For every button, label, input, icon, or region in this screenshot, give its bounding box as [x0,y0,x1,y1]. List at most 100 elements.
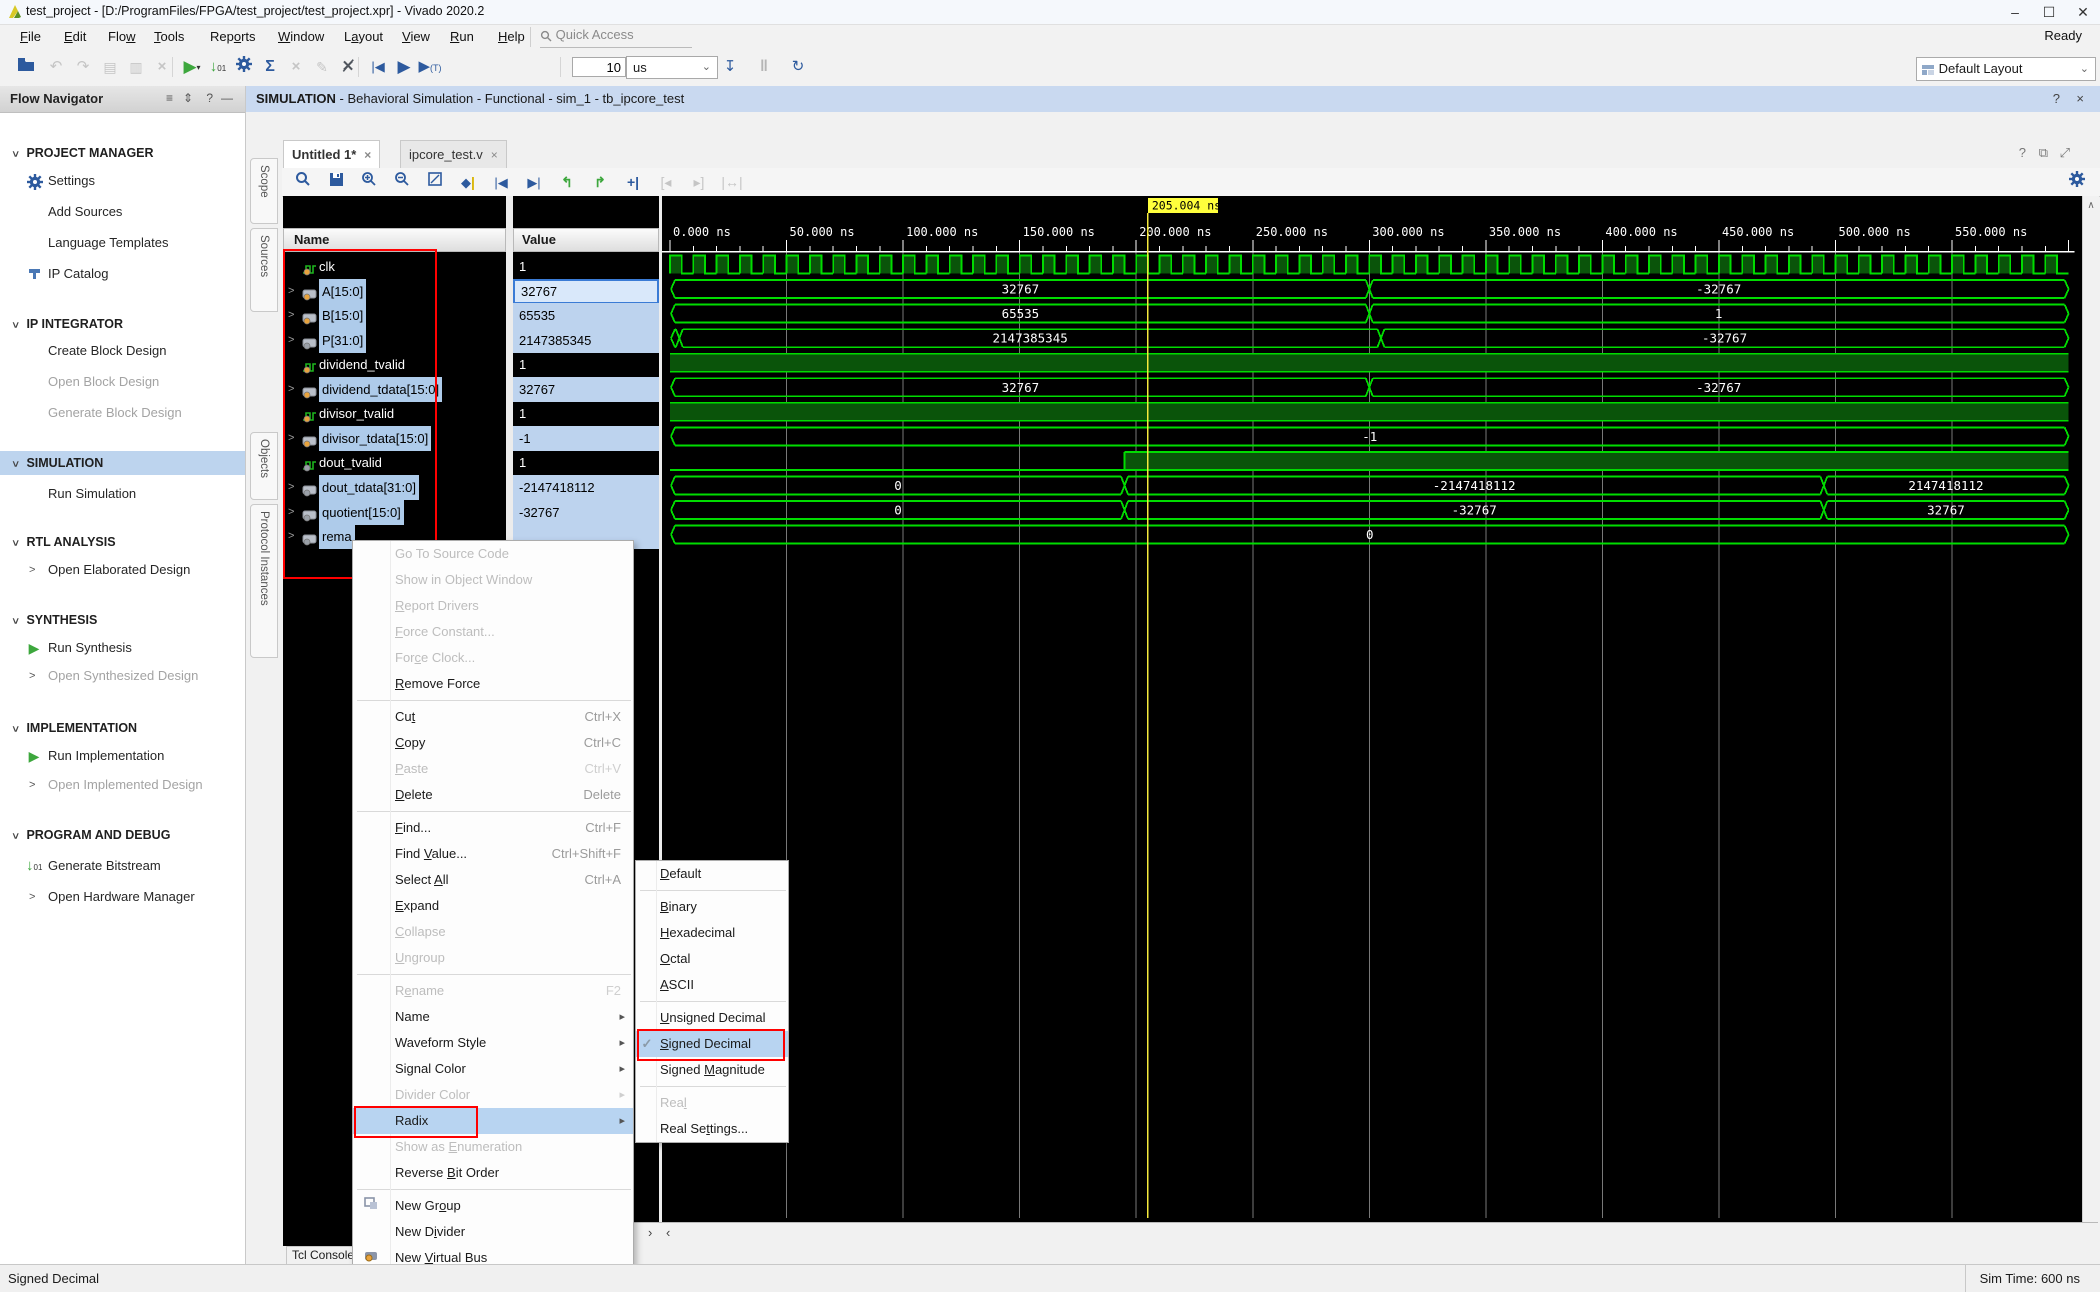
collapse-all-icon[interactable]: ≡ [166,91,173,105]
find-icon[interactable] [290,170,316,194]
cancel-icon[interactable]: ✕̸ [336,55,360,79]
minimize-button[interactable]: – [1998,0,2032,24]
tab-ipcore-test-v[interactable]: ipcore_test.v× [400,140,507,168]
menu-item-delete[interactable]: DeleteDelete [353,782,633,808]
flownav-section-program-and-debug[interactable]: >PROGRAM AND DEBUG [0,823,245,847]
signal-value-P[31:0][interactable]: 2147385345 [513,328,659,353]
signal-value-dout_tvalid[interactable]: 1 [513,450,659,475]
menu-layout[interactable]: Layout [338,28,389,46]
flownav-item-open-hardware-manager[interactable]: >Open Hardware Manager [0,885,245,909]
menu-item-name[interactable]: Name▸ [353,1004,633,1030]
signal-row-P[31:0][interactable]: >P[31:0] [283,328,506,353]
zoom-to-cursor-icon[interactable]: ◆| [455,170,481,194]
menu-item-find-[interactable]: Find...Ctrl+F [353,815,633,841]
time-unit-select[interactable]: us ⌄ [626,56,718,79]
zoom-out-icon[interactable] [389,170,415,194]
menu-item-binary[interactable]: Binary [636,894,788,920]
swap-cursor-left-icon[interactable]: ↰ [554,170,580,194]
add-marker-icon[interactable]: +| [620,170,646,194]
save-waveform-icon[interactable] [323,170,349,194]
help-icon[interactable]: ? [2053,86,2060,112]
open-recent-icon[interactable] [14,55,38,79]
chevron-right-icon[interactable]: > [29,885,35,909]
menu-item-reverse-bit-order[interactable]: Reverse Bit Order [353,1160,633,1186]
menu-item-waveform-style[interactable]: Waveform Style▸ [353,1030,633,1056]
flownav-section-simulation[interactable]: >SIMULATION [0,451,245,475]
menu-help[interactable]: Help [492,28,531,46]
flownav-item-open-elaborated-design[interactable]: >Open Elaborated Design [0,558,245,582]
flownav-item-generate-bitstream[interactable]: ↓01Generate Bitstream [0,854,245,878]
flownav-item-ip-catalog[interactable]: IP Catalog [0,262,245,286]
help-icon[interactable]: ? [206,91,213,105]
side-tab-sources[interactable]: Sources [250,228,278,312]
menu-tools[interactable]: Tools [148,28,190,46]
menu-item-select-all[interactable]: Select AllCtrl+A [353,867,633,893]
menu-item-signed-magnitude[interactable]: Signed Magnitude [636,1057,788,1083]
flownav-section-rtl-analysis[interactable]: >RTL ANALYSIS [0,530,245,554]
close-icon[interactable]: × [364,148,371,162]
vertical-scrollbar[interactable]: ∧ [2082,196,2099,1222]
expand-icon[interactable]: > [288,377,294,402]
signal-row-A[15:0][interactable]: >A[15:0] [283,279,506,304]
menu-item-remove-force[interactable]: Remove Force [353,671,633,697]
menu-view[interactable]: View [396,28,436,46]
menu-file[interactable]: File [14,28,47,46]
menu-run[interactable]: Run [444,28,480,46]
flownav-section-ip-integrator[interactable]: >IP INTEGRATOR [0,312,245,336]
expand-icon[interactable]: > [288,475,294,500]
chevron-right-icon[interactable]: > [29,773,35,797]
generate-bitstream-icon[interactable]: ↓01 [206,55,230,79]
flownav-section-synthesis[interactable]: >SYNTHESIS [0,608,245,632]
chevron-right-icon[interactable]: > [29,558,35,582]
expand-icon[interactable]: > [288,524,294,549]
value-column-header[interactable]: Value [513,228,659,252]
menu-reports[interactable]: Reports [204,28,262,46]
menu-item-copy[interactable]: CopyCtrl+C [353,730,633,756]
layout-select[interactable]: Default Layout ⌄ [1916,57,2096,81]
signal-value-divisor_tvalid[interactable]: 1 [513,401,659,426]
float-icon[interactable]: ⧉ [2039,145,2048,161]
signal-value-dividend_tvalid[interactable]: 1 [513,352,659,377]
flownav-item-language-templates[interactable]: Language Templates [0,231,245,255]
relaunch-icon[interactable]: ↻ [786,55,810,79]
help-icon[interactable]: ? [2019,145,2026,160]
next-transition-icon[interactable]: ▶| [521,170,547,194]
side-tab-objects[interactable]: Objects [250,432,278,500]
minimize-panel-icon[interactable]: — [221,91,233,105]
wave-settings-gear-icon[interactable] [2064,170,2090,194]
flownav-section-project-manager[interactable]: >PROJECT MANAGER [0,141,245,165]
flownav-item-add-sources[interactable]: Add Sources [0,200,245,224]
signal-row-dividend_tvalid[interactable]: dividend_tvalid [283,352,506,377]
flownav-item-create-block-design[interactable]: Create Block Design [0,339,245,363]
signal-value-divisor_tdata[15:0][interactable]: -1 [513,426,659,451]
close-icon[interactable]: × [2076,86,2084,112]
zoom-in-icon[interactable] [356,170,382,194]
expand-icon[interactable]: > [288,279,294,304]
menu-window[interactable]: Window [272,28,330,46]
signal-value-A[15:0][interactable]: 32767 [513,279,659,304]
menu-item-signed-decimal[interactable]: ✓Signed Decimal [636,1031,788,1057]
run-all-icon[interactable]: ▶ [392,55,416,79]
flownav-item-run-simulation[interactable]: Run Simulation [0,482,245,506]
menu-item-new-divider[interactable]: New Divider [353,1219,633,1245]
settings-gear-icon[interactable] [232,55,256,79]
run-time-input[interactable] [572,57,626,77]
waveform-plot[interactable]: 0.000 ns50.000 ns100.000 ns150.000 ns200… [662,196,2082,1222]
close-icon[interactable]: × [491,148,498,162]
signal-value-dout_tdata[31:0][interactable]: -2147418112 [513,475,659,500]
expand-icon[interactable]: > [288,500,294,525]
signal-row-B[15:0][interactable]: >B[15:0] [283,303,506,328]
report-sigma-icon[interactable]: Σ [258,55,282,79]
signal-value-B[15:0][interactable]: 65535 [513,303,659,328]
tab-untitled-1-[interactable]: Untitled 1*× [283,140,380,168]
signal-row-dout_tvalid[interactable]: dout_tvalid [283,450,506,475]
flownav-item-settings[interactable]: Settings [0,169,245,193]
menu-item-octal[interactable]: Octal [636,946,788,972]
flownav-section-implementation[interactable]: >IMPLEMENTATION [0,716,245,740]
maximize-button[interactable]: ☐ [2032,0,2066,24]
expand-icon[interactable]: > [288,303,294,328]
menu-item-hexadecimal[interactable]: Hexadecimal [636,920,788,946]
maximize-panel-icon[interactable]: ⤢ [2060,145,2070,161]
menu-flow[interactable]: Flow [102,28,141,46]
expand-collapse-icon[interactable]: ⇕ [183,91,193,105]
